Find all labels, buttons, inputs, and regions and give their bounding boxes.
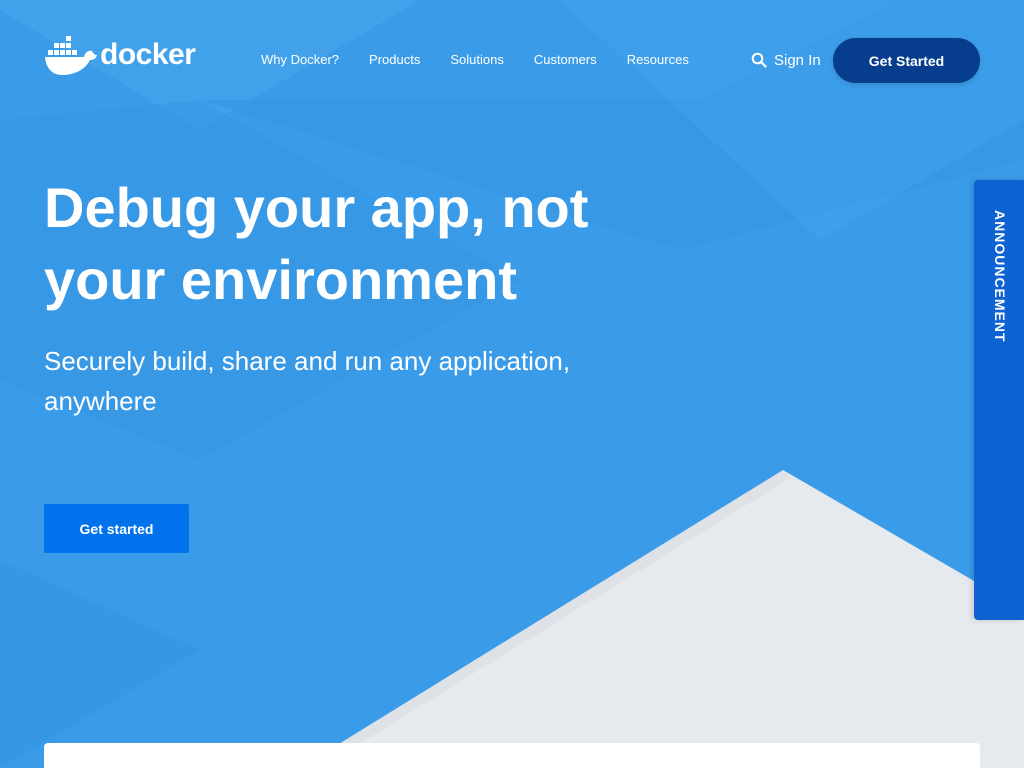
nav-products[interactable]: Products: [369, 52, 420, 67]
hero-title: Debug your app, not your environment: [44, 176, 589, 311]
search-icon[interactable]: [751, 52, 767, 68]
nav-customers[interactable]: Customers: [534, 52, 597, 67]
sign-in-link[interactable]: Sign In: [774, 52, 821, 69]
announcement-tab[interactable]: ANNOUNCEMENT: [974, 180, 1024, 620]
get-started-hero-button[interactable]: Get started: [44, 504, 189, 553]
docker-wordmark: docker: [100, 38, 196, 71]
nav-solutions[interactable]: Solutions: [450, 52, 503, 67]
docker-whale-icon: [45, 36, 97, 75]
main-nav: Why Docker? Products Solutions Customers…: [261, 52, 689, 67]
hero-subtitle: Securely build, share and run any applic…: [44, 346, 571, 416]
content-card: [44, 743, 980, 768]
announcement-label: ANNOUNCEMENT: [992, 210, 1008, 343]
nav-why-docker[interactable]: Why Docker?: [261, 52, 339, 67]
nav-resources[interactable]: Resources: [627, 52, 689, 67]
get-started-header-button[interactable]: Get Started: [833, 38, 980, 83]
docker-logo[interactable]: docker: [44, 34, 196, 76]
